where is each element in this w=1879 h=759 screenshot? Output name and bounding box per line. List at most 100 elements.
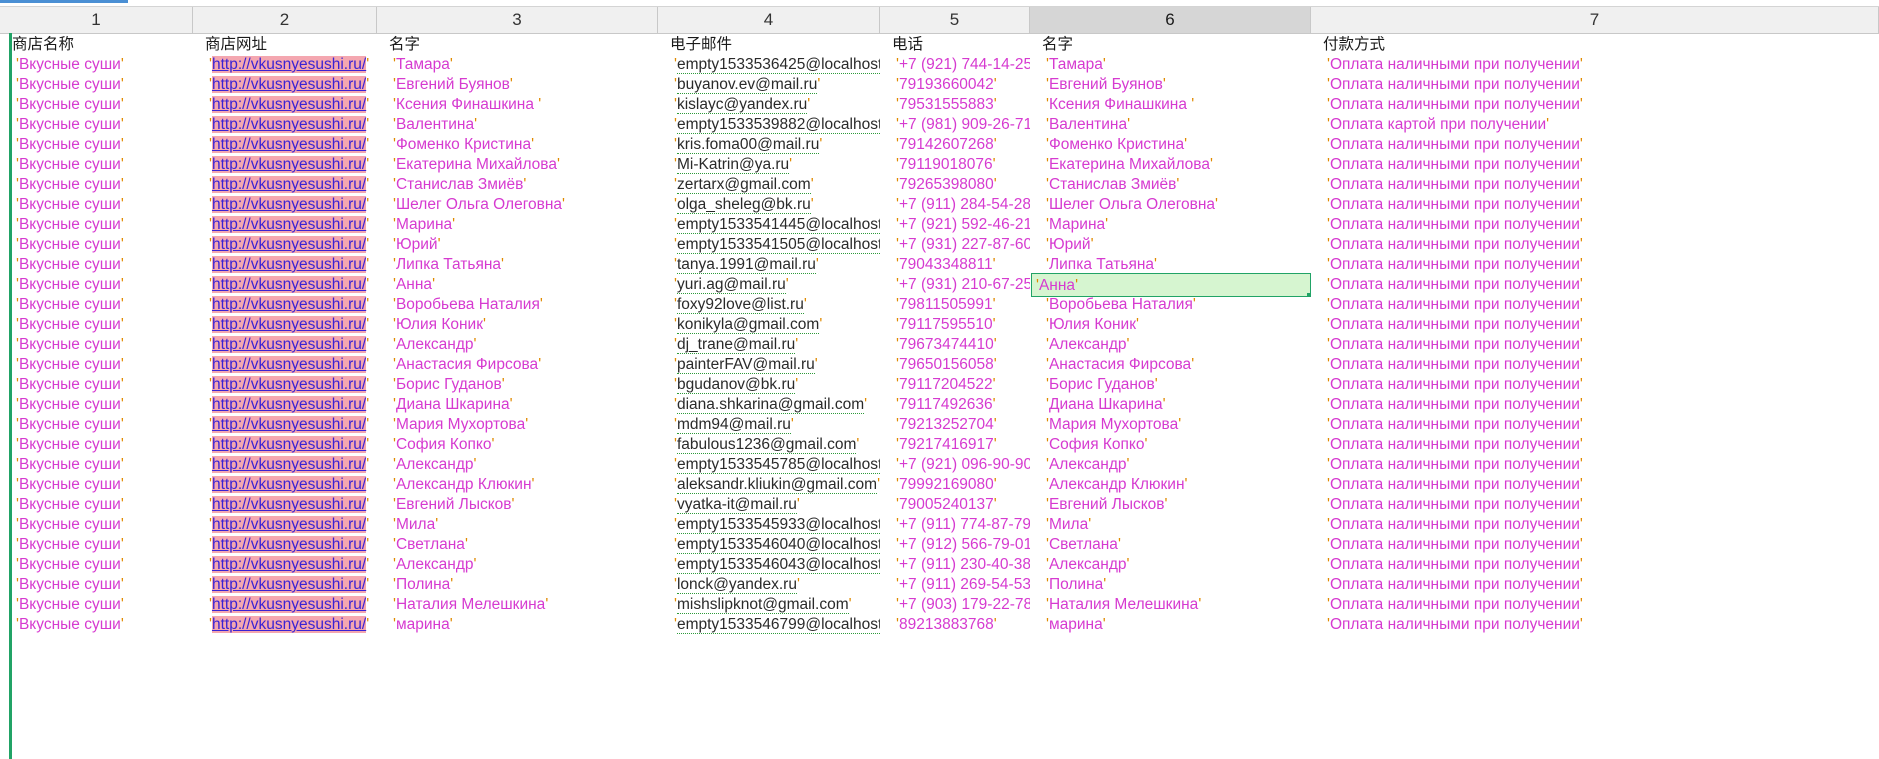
quote-mark: ' (1579, 576, 1583, 593)
store-url-cell-text: http://vkusnyesushi.ru/ (211, 416, 367, 433)
quote-mark: ' (1546, 116, 1550, 133)
quote-mark: ' (1579, 96, 1583, 113)
quote-mark: ' (1088, 516, 1092, 533)
quote-mark: ' (120, 576, 124, 593)
store-name-cell-text: Вкусные суши (18, 96, 121, 113)
phone-cell-text: 79193660042 (898, 76, 994, 93)
quote-mark: ' (120, 136, 124, 153)
email-cell-text: empty1533539882@localhost.net (676, 116, 880, 134)
quote-mark: ' (1579, 316, 1583, 333)
column-header-2[interactable]: 2 (193, 7, 377, 33)
quote-mark: ' (120, 276, 124, 293)
quote-mark: ' (120, 256, 124, 273)
payment-cell-text: Оплата наличными при получении (1329, 296, 1580, 313)
quote-mark: ' (366, 376, 370, 393)
quote-mark: ' (789, 156, 793, 173)
quote-mark: ' (1579, 156, 1583, 173)
email-cell[interactable]: 'empty1533546799@localhost.net' (670, 613, 880, 637)
store-name-cell[interactable]: 'Вкусные суши' (12, 613, 193, 637)
name-cell-text: Липка Татьяна (395, 256, 502, 273)
quote-mark: ' (464, 536, 468, 553)
store-name-cell-text: Вкусные суши (18, 456, 121, 473)
quote-mark: ' (366, 256, 370, 273)
column-header-5[interactable]: 5 (880, 7, 1030, 33)
grid-body[interactable]: 商店名称 商店网址 名字 电子邮件 电话 名字 付款方式 'Вкусные суши''htt… (0, 33, 1879, 759)
quote-mark: ' (1579, 196, 1583, 213)
quote-mark: ' (877, 476, 880, 493)
store-url-cell-text: http://vkusnyesushi.ru/ (211, 176, 367, 193)
store-url-cell-text: http://vkusnyesushi.ru/ (211, 616, 367, 633)
phone-cell-text: +7 (903) 179-22-78 (898, 596, 1030, 613)
column-header-3[interactable]: 3 (377, 7, 658, 33)
payment-cell-text: Оплата наличными при получении (1329, 196, 1580, 213)
name-copy-cell[interactable]: 'марина' (1042, 613, 1311, 637)
store-url-cell-text: http://vkusnyesushi.ru/ (211, 136, 367, 153)
name-cell[interactable]: 'марина' (389, 613, 658, 637)
quote-mark: ' (1105, 216, 1109, 233)
quote-mark: ' (120, 156, 124, 173)
name-cell-text: Тамара (395, 56, 450, 73)
column-header-4[interactable]: 4 (658, 7, 880, 33)
store-name-cell-text: Вкусные суши (18, 276, 121, 293)
store-url-cell-text: http://vkusnyesushi.ru/ (211, 256, 367, 273)
quote-mark: ' (785, 276, 789, 293)
quote-mark: ' (366, 76, 370, 93)
quote-mark: ' (120, 336, 124, 353)
quote-mark: ' (120, 516, 124, 533)
quote-mark: ' (1192, 296, 1196, 313)
store-name-cell-text: Вкусные суши (18, 376, 121, 393)
quote-mark: ' (1117, 536, 1121, 553)
name-copy-cell-text: Шелег Ольга Олеговна (1048, 196, 1216, 213)
payment-cell-text: Оплата наличными при получении (1329, 436, 1580, 453)
phone-cell[interactable]: '89213883768' (892, 613, 1030, 637)
payment-cell-text: Оплата наличными при получении (1329, 616, 1580, 633)
quote-mark: ' (120, 176, 124, 193)
name-cell-text: Евгений Лысков (395, 496, 512, 513)
quote-mark: ' (1579, 276, 1583, 293)
name-copy-cell-text: Евгений Лысков (1048, 496, 1165, 513)
quote-mark: ' (366, 596, 370, 613)
quote-mark: ' (366, 96, 370, 113)
payment-cell-text: Оплата наличными при получении (1329, 576, 1580, 593)
quote-mark: ' (1579, 56, 1583, 73)
store-url-cell-text: http://vkusnyesushi.ru/ (211, 576, 367, 593)
quote-mark: ' (449, 56, 453, 73)
quote-mark: ' (366, 556, 370, 573)
store-url-cell-text: http://vkusnyesushi.ru/ (211, 396, 367, 413)
name-copy-cell-text: Воробьева Наталия (1048, 296, 1193, 313)
quote-mark: ' (992, 396, 996, 413)
name-copy-cell-text: Мария Мухортова (1048, 416, 1179, 433)
quote-mark: ' (992, 296, 996, 313)
payment-cell[interactable]: 'Оплата наличными при получении' (1323, 613, 1879, 637)
quote-mark: ' (366, 396, 370, 413)
quote-mark: ' (796, 576, 800, 593)
store-url-cell-text: http://vkusnyesushi.ru/ (211, 596, 367, 613)
column-header-7[interactable]: 7 (1311, 7, 1879, 33)
store-url-cell[interactable]: 'http://vkusnyesushi.ru/' (205, 613, 377, 637)
quote-mark: ' (993, 176, 997, 193)
column-header-6[interactable]: 6 (1030, 7, 1311, 33)
name-cell-text: Александр (395, 556, 474, 573)
payment-cell-text: Оплата наличными при получении (1329, 236, 1580, 253)
name-copy-cell-text: Александр (1048, 336, 1127, 353)
name-cell-text: Мила (395, 516, 436, 533)
quote-mark: ' (366, 316, 370, 333)
name-cell-text: Станислав Змиёв (395, 176, 524, 193)
quote-mark: ' (1579, 516, 1583, 533)
quote-mark: ' (1579, 356, 1583, 373)
table-row[interactable]: 'Вкусные суши' 'http://vkusnyesushi.ru/' '… (0, 613, 1879, 637)
quote-mark: ' (501, 256, 505, 273)
active-tab-indicator (0, 0, 128, 3)
store-name-cell-text: Вкусные суши (18, 596, 121, 613)
quote-mark: ' (1579, 456, 1583, 473)
store-url-cell-text: http://vkusnyesushi.ru/ (211, 476, 367, 493)
quote-mark: ' (1579, 536, 1583, 553)
phone-cell-text: 79005240137 (898, 496, 994, 513)
name-copy-cell-text: Наталия Мелешкина (1048, 596, 1199, 613)
quote-mark: ' (1579, 216, 1583, 233)
quote-mark: ' (819, 316, 823, 333)
column-header-1[interactable]: 1 (0, 7, 193, 33)
store-url-cell-text: http://vkusnyesushi.ru/ (211, 536, 367, 553)
email-cell-text: empty1533546799@localhost.net (676, 616, 880, 634)
email-cell-text: fabulous1236@gmail.com (676, 436, 857, 454)
